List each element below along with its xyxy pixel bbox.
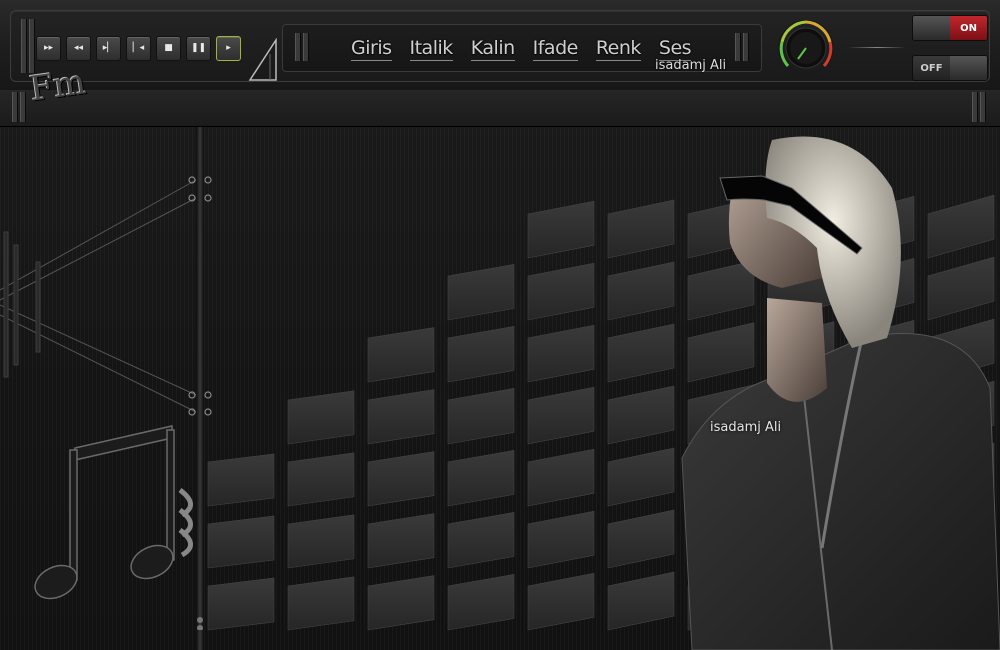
- volume-knob[interactable]: [778, 20, 834, 76]
- nav-link-kalin[interactable]: Kalin: [470, 37, 515, 61]
- next-track-button[interactable]: ▸▏: [96, 35, 121, 61]
- main-nav: Giris Italik Kalin Ifade Renk Ses: [351, 37, 692, 61]
- transport-controls: ▸▸ ◂◂ ▸▏ ▏◂ ■ ❚❚ ▸: [36, 28, 241, 68]
- equalizer-block: [607, 509, 675, 569]
- equalizer-block: [287, 390, 355, 445]
- off-label: OFF: [920, 62, 943, 74]
- fm-logo: Fm: [27, 62, 89, 110]
- clef-icon: [178, 488, 203, 630]
- previous-track-icon: ▏◂: [132, 42, 145, 53]
- signature-text: isadamj Ali: [655, 58, 727, 73]
- nav-link-renk[interactable]: Renk: [595, 37, 641, 61]
- equalizer-block: [527, 386, 595, 445]
- equalizer-block: [367, 389, 435, 445]
- equalizer-block: [527, 262, 595, 321]
- equalizer-block: [447, 388, 515, 445]
- grip-handle[interactable]: [29, 19, 35, 73]
- equalizer-block: [607, 199, 675, 259]
- equalizer-block: [447, 574, 515, 631]
- equalizer-block: [367, 575, 435, 631]
- equalizer-block: [607, 571, 675, 631]
- music-note-icon: [34, 425, 175, 600]
- equalizer-block: [287, 576, 355, 631]
- nav-link-giris[interactable]: Giris: [351, 37, 392, 61]
- power-off-switch[interactable]: OFF: [912, 55, 988, 81]
- grip-handle[interactable]: [735, 33, 741, 61]
- nav-link-ifade[interactable]: Ifade: [532, 37, 578, 61]
- nav-link-italik[interactable]: Italik: [409, 37, 453, 61]
- string-lines: [0, 179, 197, 413]
- fast-forward-icon: ▸▸: [43, 42, 54, 53]
- model-photo: [681, 136, 1000, 650]
- equalizer-block: [207, 515, 275, 569]
- switch-thumb: [913, 16, 950, 40]
- equalizer-block: [607, 261, 675, 321]
- switch-thumb: [950, 56, 987, 80]
- grip-handle[interactable]: [303, 33, 309, 61]
- equalizer-block: [207, 453, 275, 507]
- stop-icon: ■: [164, 42, 173, 53]
- equalizer-block: [607, 447, 675, 507]
- play-icon: ▸: [226, 42, 231, 53]
- resize-triangle-icon[interactable]: [248, 38, 278, 82]
- equalizer-block: [367, 327, 435, 383]
- secondary-bar: [0, 90, 1000, 127]
- watermark-signature: isadamj Ali: [710, 420, 782, 435]
- knob-divider: [848, 47, 906, 48]
- on-label: ON: [950, 16, 987, 40]
- grip-handle[interactable]: [980, 92, 986, 122]
- equalizer-block: [447, 326, 515, 383]
- grip-handle[interactable]: [295, 33, 301, 61]
- equalizer-block: [447, 450, 515, 507]
- grip-handle[interactable]: [21, 19, 27, 73]
- top-bar: ▸▸ ◂◂ ▸▏ ▏◂ ■ ❚❚ ▸ Giris Italik Kalin If…: [0, 0, 1000, 91]
- stop-button[interactable]: ■: [156, 35, 181, 61]
- fast-forward-button[interactable]: ▸▸: [36, 35, 61, 61]
- equalizer-block: [527, 448, 595, 507]
- pause-button[interactable]: ❚❚: [186, 35, 211, 61]
- grip-handle[interactable]: [743, 33, 749, 61]
- pause-icon: ❚❚: [190, 42, 207, 53]
- previous-track-button[interactable]: ▏◂: [126, 35, 151, 61]
- equalizer-block: [607, 385, 675, 445]
- equalizer-block: [287, 514, 355, 569]
- equalizer-block: [447, 264, 515, 321]
- equalizer-block: [527, 324, 595, 383]
- grip-handle[interactable]: [12, 92, 18, 122]
- equalizer-block: [447, 512, 515, 569]
- equalizer-block: [367, 513, 435, 569]
- equalizer-block: [527, 200, 595, 259]
- equalizer-block: [287, 452, 355, 507]
- power-on-switch[interactable]: ON: [912, 15, 988, 41]
- grip-handle[interactable]: [20, 92, 26, 122]
- grip-handle[interactable]: [972, 92, 978, 122]
- next-track-icon: ▸▏: [102, 42, 115, 53]
- equalizer-block: [527, 572, 595, 631]
- equalizer-block: [367, 451, 435, 507]
- play-button[interactable]: ▸: [216, 35, 241, 61]
- left-bars: [3, 231, 41, 378]
- equalizer-block: [527, 510, 595, 569]
- rewind-icon: ◂◂: [73, 42, 84, 53]
- equalizer-block: [207, 577, 275, 631]
- rewind-button[interactable]: ◂◂: [66, 35, 91, 61]
- equalizer-block: [607, 323, 675, 383]
